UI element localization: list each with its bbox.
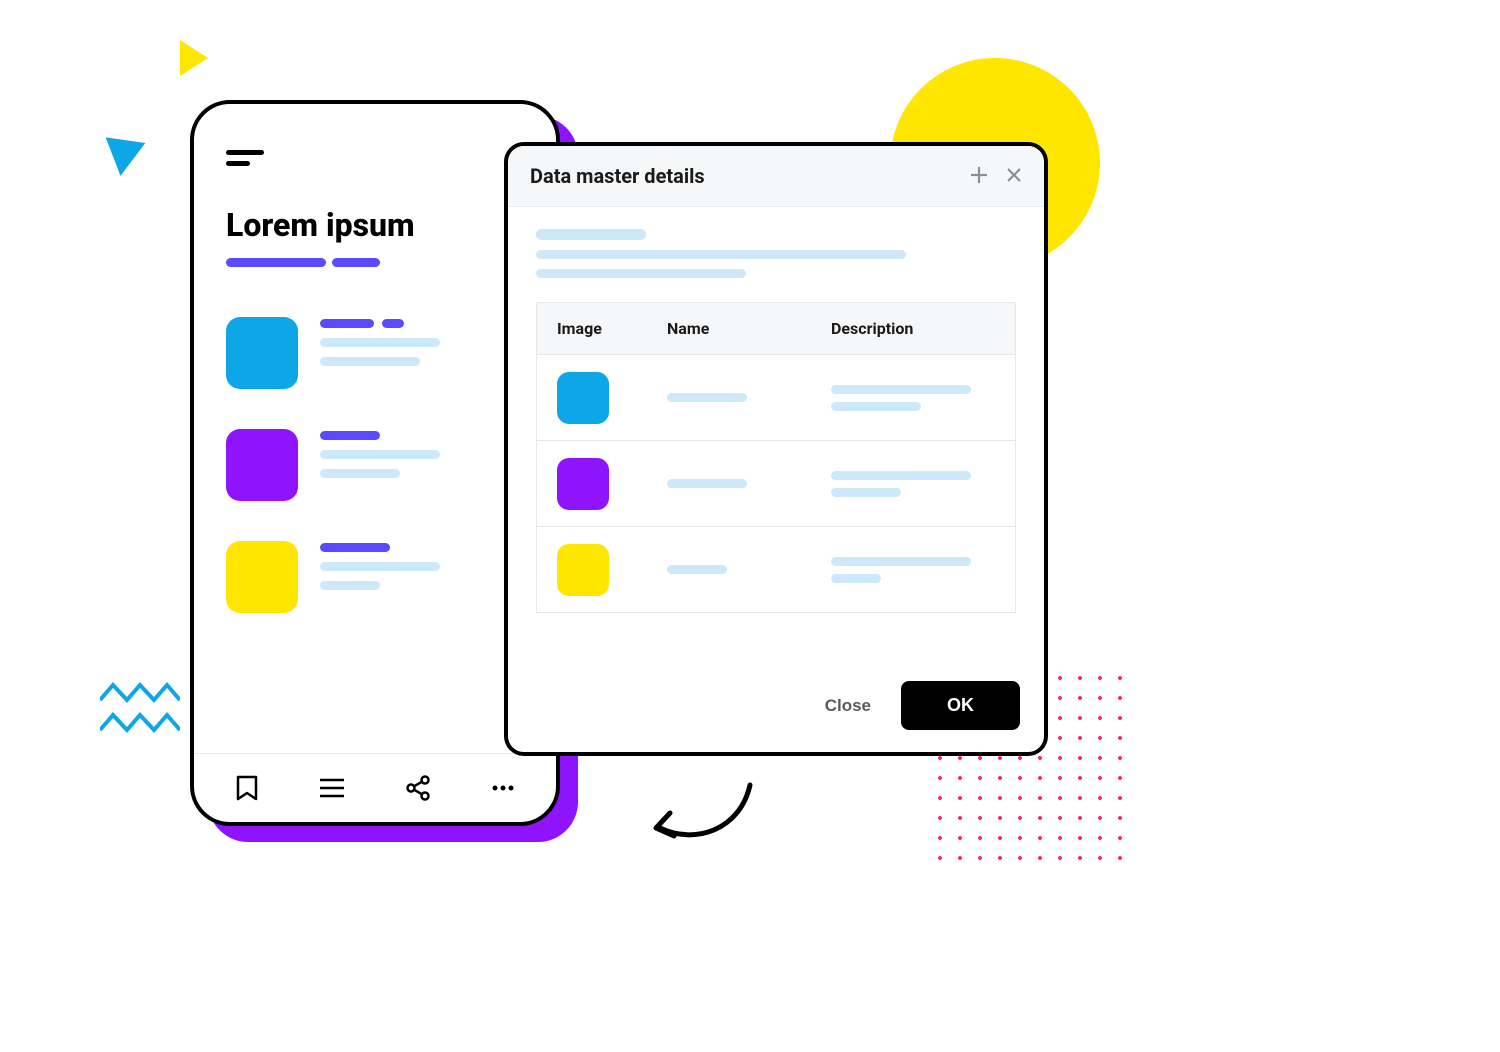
item-text-placeholder [320, 541, 440, 590]
more-icon[interactable] [489, 774, 517, 802]
phone-list [194, 267, 556, 753]
page-title: Lorem ipsum [226, 206, 524, 244]
bookmark-icon[interactable] [233, 774, 261, 802]
data-master-details-dialog: Data master details Image Name [504, 142, 1048, 756]
phone-tabbar [194, 753, 556, 822]
cell-placeholder [667, 479, 747, 488]
cell-placeholder [831, 471, 995, 497]
row-thumbnail [557, 544, 609, 596]
list-item[interactable] [226, 429, 524, 501]
cell-placeholder [831, 557, 995, 583]
table-row[interactable] [537, 354, 1015, 440]
data-table: Image Name Description [536, 302, 1016, 613]
decoration-zigzag [100, 680, 180, 752]
cell-placeholder [831, 385, 995, 411]
item-thumbnail [226, 429, 298, 501]
close-button[interactable]: Close [803, 684, 893, 728]
dialog-description-placeholder [536, 229, 1016, 288]
menu-icon[interactable] [226, 150, 264, 166]
decoration-triangle-blue [101, 137, 146, 178]
column-description: Description [831, 319, 995, 338]
item-thumbnail [226, 541, 298, 613]
list-item[interactable] [226, 541, 524, 613]
cell-placeholder [667, 565, 727, 574]
table-row[interactable] [537, 526, 1015, 612]
add-icon[interactable] [970, 166, 988, 187]
row-thumbnail [557, 372, 609, 424]
item-text-placeholder [320, 317, 440, 366]
table-header: Image Name Description [537, 303, 1015, 354]
column-name: Name [667, 319, 831, 338]
dialog-title: Data master details [530, 164, 705, 188]
cell-placeholder [667, 393, 747, 402]
list-item[interactable] [226, 317, 524, 389]
list-icon[interactable] [318, 774, 346, 802]
row-thumbnail [557, 458, 609, 510]
decoration-triangle-yellow [180, 40, 208, 76]
title-underline [226, 258, 524, 267]
table-row[interactable] [537, 440, 1015, 526]
column-image: Image [557, 319, 667, 338]
item-text-placeholder [320, 429, 440, 478]
item-thumbnail [226, 317, 298, 389]
dialog-header: Data master details [508, 146, 1044, 207]
ok-button[interactable]: OK [901, 681, 1020, 730]
close-icon[interactable] [1006, 166, 1022, 187]
dialog-footer: Close OK [508, 665, 1044, 752]
decoration-curved-arrow [640, 780, 760, 864]
share-icon[interactable] [404, 774, 432, 802]
